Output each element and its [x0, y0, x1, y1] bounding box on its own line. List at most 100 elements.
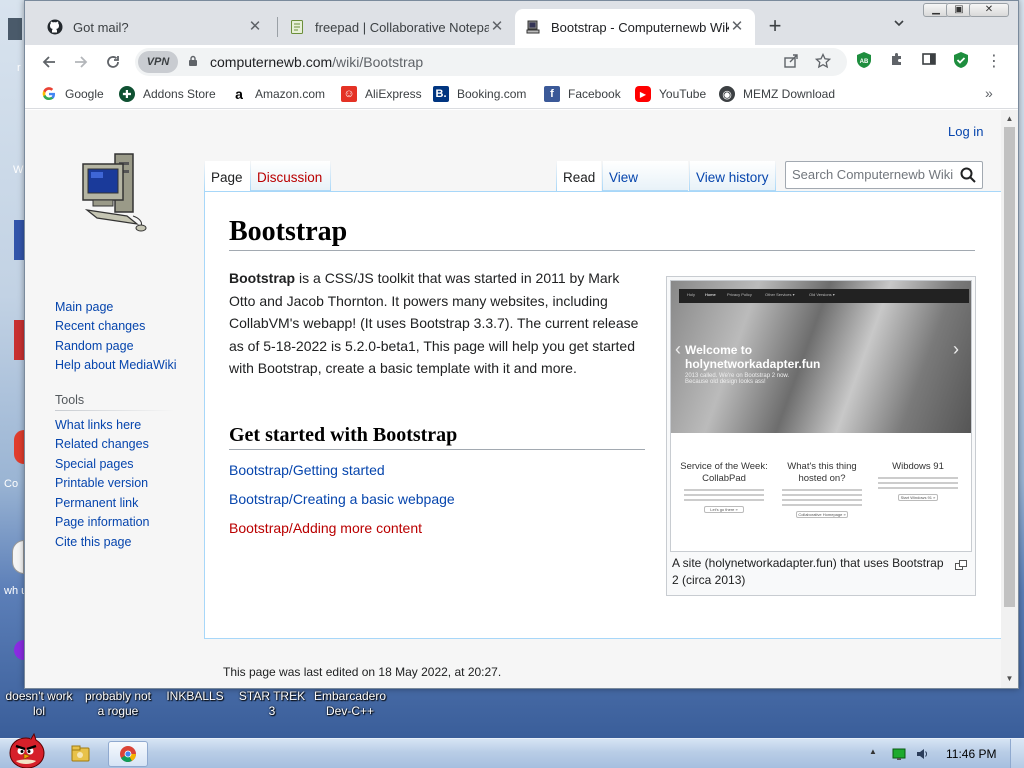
tab-strip: Got mail? ✕ freepad | Collaborative Note…: [25, 1, 1018, 45]
volume-icon[interactable]: [915, 747, 929, 761]
kebab-menu-icon[interactable]: ⋮: [983, 51, 1005, 73]
side-panel-icon[interactable]: [918, 51, 940, 73]
close-icon[interactable]: ✕: [729, 19, 745, 35]
network-icon[interactable]: [892, 747, 906, 761]
reload-icon[interactable]: [101, 50, 125, 74]
url-text[interactable]: computernewb.com/wiki/Bootstrap: [210, 54, 423, 70]
bookmark-amazon[interactable]: a Amazon.com: [231, 85, 325, 103]
tab-title: freepad | Collaborative Notepad: [315, 19, 489, 35]
lock-icon[interactable]: [188, 55, 202, 70]
desktop-icon-label[interactable]: doesn't work lol: [2, 689, 76, 719]
subpage-link-getting-started[interactable]: Bootstrap/Getting started: [229, 462, 385, 478]
tab-freepad[interactable]: freepad | Collaborative Notepad ✕: [279, 9, 515, 45]
scroll-up-icon[interactable]: ▲: [1001, 110, 1018, 127]
aliexpress-icon: ☺: [341, 86, 357, 102]
bookmark-aliexpress[interactable]: ☺ AliExpress: [341, 85, 422, 103]
sidebar-item-what-links-here[interactable]: What links here: [55, 418, 141, 432]
bookmark-google[interactable]: Google: [41, 85, 104, 103]
close-window-button[interactable]: ✕: [969, 3, 1009, 17]
back-arrow-icon[interactable]: [37, 50, 61, 74]
thumbnail-feature-title: Service of the Week: CollabPad: [680, 461, 768, 484]
url-path: /wiki/Bootstrap: [332, 54, 424, 70]
sidebar-item-main-page[interactable]: Main page: [55, 300, 113, 314]
thumbnail-feature-title: What's this thing hosted on?: [787, 461, 857, 484]
desktop-icon-label[interactable]: Embarcadero Dev-C++: [312, 689, 388, 719]
taskbar-clock[interactable]: 11:46 PM: [946, 747, 996, 761]
subpage-link-adding-content[interactable]: Bootstrap/Adding more content: [229, 520, 422, 536]
extensions-puzzle-icon[interactable]: [886, 51, 908, 73]
tab-edge: [775, 161, 776, 191]
wiki-logo-icon[interactable]: [79, 150, 151, 236]
thumbnail-caption: A site (holynetworkadapter.fun) that use…: [672, 556, 944, 587]
tab-discussion[interactable]: Discussion: [251, 161, 330, 191]
bookmark-booking[interactable]: B. Booking.com: [433, 85, 526, 103]
new-tab-button[interactable]: +: [763, 15, 787, 39]
sidebar-item-random-page[interactable]: Random page: [55, 339, 134, 353]
forward-arrow-icon[interactable]: [69, 50, 93, 74]
magnify-icon[interactable]: [955, 557, 967, 570]
adblock-icon[interactable]: AB: [853, 51, 875, 73]
desktop-icon-label[interactable]: probably not a rogue: [80, 689, 156, 719]
tray-chevron-up-icon[interactable]: ▲: [869, 747, 883, 761]
tab-read[interactable]: Read: [557, 161, 601, 191]
addons-icon: ✚: [119, 86, 135, 102]
thumbnail-image[interactable]: Holy Home Privacy Policy Other Services …: [670, 280, 972, 552]
tab-bootstrap[interactable]: Bootstrap - Computernewb Wiki ✕: [515, 9, 755, 45]
scroll-down-icon[interactable]: ▼: [1001, 670, 1018, 687]
bookmark-label: YouTube: [659, 87, 707, 101]
bookmark-memz[interactable]: ◉ MEMZ Download: [719, 85, 835, 103]
taskbar-chrome-button[interactable]: [108, 741, 148, 767]
taskbar-explorer-button[interactable]: [60, 741, 100, 767]
thumbnail-feature: Wibdows 91 Start Windows 91 »: [871, 461, 965, 501]
show-desktop-button[interactable]: [1010, 739, 1024, 768]
start-button-angry-bird-icon[interactable]: [4, 732, 48, 768]
subpage-link-creating-webpage[interactable]: Bootstrap/Creating a basic webpage: [229, 491, 455, 507]
scroll-thumb[interactable]: [1004, 127, 1015, 607]
notepad-icon: [289, 19, 305, 35]
sidebar-item-printable-version[interactable]: Printable version: [55, 476, 148, 490]
bookmarks-overflow-button[interactable]: »: [985, 85, 993, 101]
chevron-down-icon[interactable]: [889, 17, 909, 37]
bookmark-addons-store[interactable]: ✚ Addons Store: [119, 85, 216, 103]
desktop-icon-label[interactable]: STAR TREK 3: [234, 689, 310, 719]
desktop-icon-peek[interactable]: [14, 640, 24, 660]
bookmark-facebook[interactable]: f Facebook: [544, 85, 621, 103]
bookmark-label: Booking.com: [457, 87, 527, 101]
sidebar-item-related-changes[interactable]: Related changes: [55, 437, 149, 451]
sidebar-item-recent-changes[interactable]: Recent changes: [55, 319, 145, 333]
share-icon[interactable]: [781, 53, 801, 73]
sidebar-item-help[interactable]: Help about MediaWiki: [55, 358, 177, 372]
tab-view-history[interactable]: View history: [690, 161, 775, 191]
bookmark-star-icon[interactable]: [813, 52, 833, 73]
login-link[interactable]: Log in: [948, 124, 983, 139]
desktop-icon-peek[interactable]: [12, 540, 24, 574]
page-scrollbar[interactable]: ▲ ▼: [1001, 110, 1018, 688]
tab-title: Bootstrap - Computernewb Wiki: [551, 19, 729, 35]
sidebar-item-special-pages[interactable]: Special pages: [55, 457, 134, 471]
tab-got-mail[interactable]: Got mail? ✕: [37, 9, 273, 45]
bookmark-youtube[interactable]: ▶ YouTube: [635, 85, 706, 103]
thumbnail-figure: Holy Home Privacy Policy Other Services …: [666, 276, 976, 596]
desktop-icon-peek[interactable]: [14, 220, 24, 260]
thumbnail-feature: What's this thing hosted on? Collaborati…: [775, 461, 869, 518]
close-icon[interactable]: ✕: [247, 19, 263, 35]
desktop-icon-peek[interactable]: [14, 430, 24, 464]
desktop-icon-label[interactable]: INKBALLS: [160, 689, 230, 704]
tab-page[interactable]: Page: [205, 161, 250, 191]
sidebar-item-cite[interactable]: Cite this page: [55, 535, 131, 549]
tools-heading: Tools: [55, 393, 85, 407]
tab-view-source[interactable]: View source: [603, 161, 688, 219]
search-icon[interactable]: [959, 166, 977, 184]
desktop-icon-peek[interactable]: [14, 320, 24, 360]
search-input[interactable]: Search Computernewb Wiki: [785, 161, 983, 189]
shield-check-icon[interactable]: [950, 51, 972, 73]
vpn-badge[interactable]: VPN: [138, 51, 178, 73]
sidebar-item-page-information[interactable]: Page information: [55, 515, 150, 529]
wiki-icon: [525, 19, 541, 35]
tab-label: View history: [696, 170, 769, 185]
address-bar[interactable]: VPN computernewb.com/wiki/Bootstrap: [135, 48, 847, 76]
desktop-icon-peek[interactable]: [8, 18, 22, 40]
sidebar-item-permanent-link[interactable]: Permanent link: [55, 496, 138, 510]
close-icon[interactable]: ✕: [489, 19, 505, 35]
amazon-icon: a: [235, 86, 243, 102]
